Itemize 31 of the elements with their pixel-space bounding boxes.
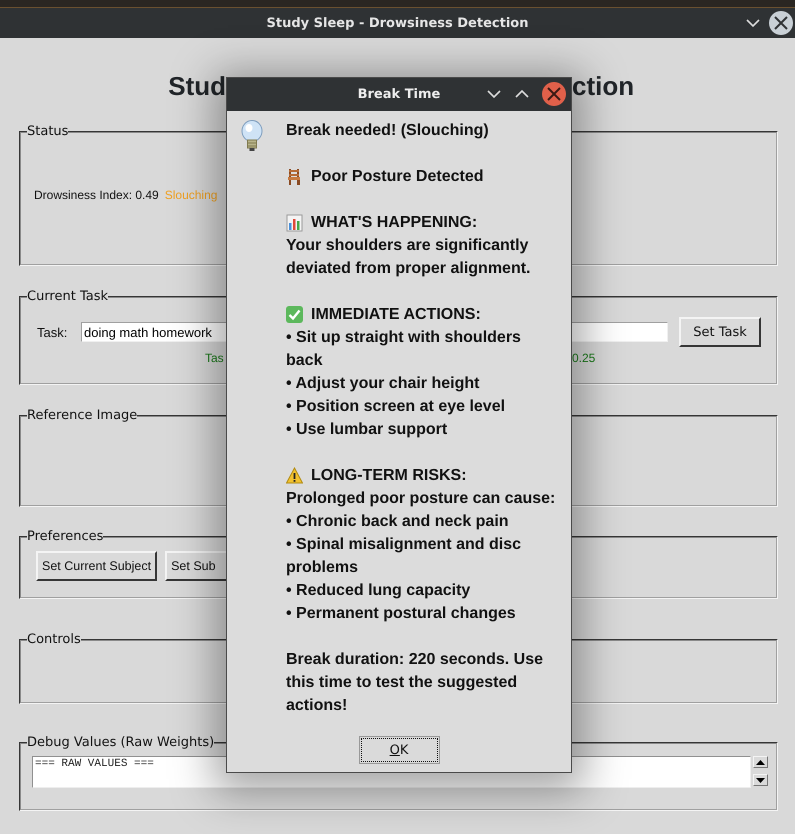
app-heading: ction [572, 70, 634, 102]
group-label: Controls [27, 632, 81, 648]
section-heading: Poor Posture Detected [311, 167, 484, 187]
section-heading: IMMEDIATE ACTIONS: [311, 305, 481, 325]
message-text: Your shoulders are significantly deviated from proper alignment. [286, 236, 532, 279]
group-label: Preferences [27, 529, 104, 545]
window-title: Study Sleep - Drowsiness Detection [266, 16, 528, 30]
task-status: Tas [205, 351, 225, 365]
message-text: • Permanent postural changes [286, 604, 517, 624]
message-text: • Position screen at eye level [286, 397, 506, 417]
message-text: • Use lumbar support [286, 420, 448, 440]
task-status: 0.25 [572, 351, 596, 365]
drowsiness-index: Drowsiness Index: 0.49 [34, 188, 159, 202]
message-text: • Spinal misalignment and disc problems [286, 535, 522, 578]
message-text: • Chronic back and neck pain [286, 512, 510, 532]
message-text: • Reduced lung capacity [286, 581, 472, 601]
task-label: Task: [37, 324, 68, 340]
message-text: • Adjust your chair height [286, 374, 480, 394]
posture-status: Slouching [164, 188, 218, 202]
section-heading: LONG-TERM RISKS: [311, 466, 467, 486]
message-text: Prolonged poor posture can cause: [286, 489, 556, 509]
app-heading: Stud [167, 70, 226, 102]
group-label: Reference Image [27, 408, 138, 424]
group-label: Current Task [27, 289, 108, 305]
message-text: Break needed! (Slouching) [286, 121, 490, 141]
group-label: Debug Values (Raw Weights) [27, 735, 214, 751]
section-heading: WHAT'S HAPPENING: [311, 213, 478, 233]
dialog-title: Break Time [358, 87, 440, 102]
message-text: Break duration: 220 seconds. Use this time to test the suggested actions! [286, 650, 544, 716]
message-text: • Sit up straight with shoulders back [286, 328, 522, 371]
group-label: Status [27, 124, 68, 140]
